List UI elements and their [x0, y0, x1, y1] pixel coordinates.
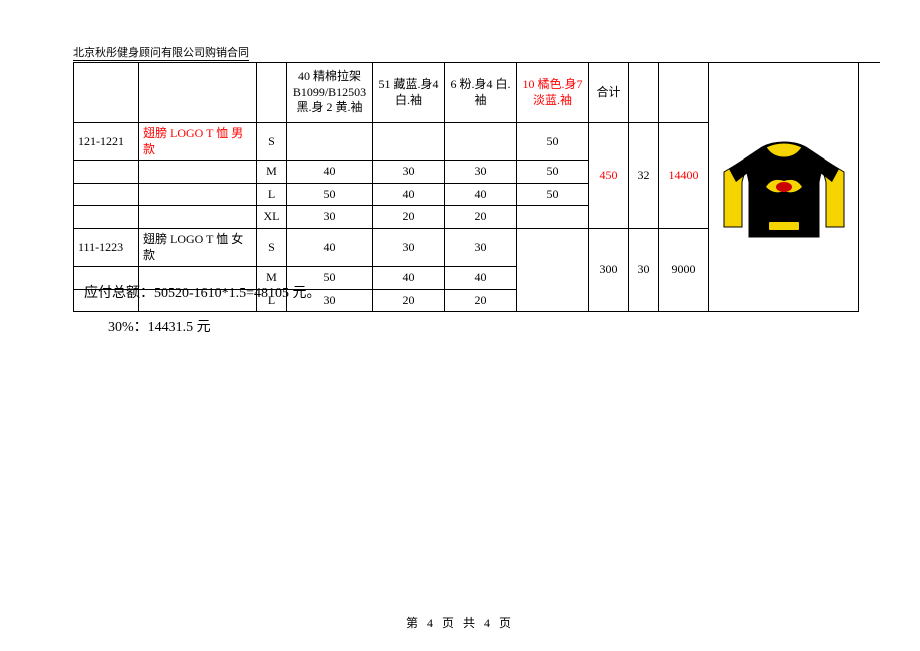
size-cell: S	[257, 123, 287, 161]
header-variant-3: 6 粉.身4 白.袖	[445, 63, 517, 123]
document-header: 北京秋彤健身顾问有限公司购销合同	[73, 44, 880, 63]
total-cell: 300	[589, 228, 629, 311]
size-cell: M	[257, 161, 287, 184]
summary-notes: 应付总额：50520-1610*1.5=48105 元。 30%：14431.5…	[84, 280, 321, 342]
product-image-cell	[709, 62, 859, 312]
value-cell: 30	[373, 161, 445, 184]
value-cell: 50	[517, 123, 589, 161]
value-cell: 40	[445, 183, 517, 206]
value-cell: 50	[517, 183, 589, 206]
value-cell: 20	[373, 206, 445, 229]
value-cell: 40	[287, 161, 373, 184]
product-table: 40 精棉拉架B1099/B12503 黑.身 2 黄.袖 51 藏蓝.身4 白…	[73, 62, 709, 312]
header-price	[629, 63, 659, 123]
header-amount	[659, 63, 709, 123]
header-variant-4: 10 橘色.身7 淡蓝.袖	[517, 63, 589, 123]
value-cell: 20	[445, 206, 517, 229]
page-footer: 第 4 页 共 4 页	[0, 614, 920, 631]
value-cell: 20	[445, 289, 517, 312]
header-variant-1: 40 精棉拉架B1099/B12503 黑.身 2 黄.袖	[287, 63, 373, 123]
total-payable: 应付总额：50520-1610*1.5=48105 元。	[84, 280, 321, 308]
value-cell	[517, 228, 589, 311]
amount-cell: 9000	[659, 228, 709, 311]
value-cell: 40	[445, 267, 517, 290]
value-cell: 40	[287, 228, 373, 266]
header-name	[139, 63, 257, 123]
value-cell: 20	[373, 289, 445, 312]
header-total: 合计	[589, 63, 629, 123]
table-row: 121-1221 翅膀 LOGO T 恤 男款 S 50 450 32 1440…	[74, 123, 709, 161]
value-cell: 30	[287, 206, 373, 229]
value-cell	[373, 123, 445, 161]
header-size	[257, 63, 287, 123]
value-cell: 50	[517, 161, 589, 184]
value-cell: 50	[287, 183, 373, 206]
value-cell	[287, 123, 373, 161]
header-title: 北京秋彤健身顾问有限公司购销合同	[73, 44, 249, 61]
deposit-line: 30%：14431.5 元	[84, 314, 321, 342]
value-cell: 30	[373, 228, 445, 266]
product-code: 111-1223	[74, 228, 139, 266]
size-cell: L	[257, 183, 287, 206]
size-cell: XL	[257, 206, 287, 229]
total-cell: 450	[589, 123, 629, 229]
value-cell	[445, 123, 517, 161]
product-code: 121-1221	[74, 123, 139, 161]
value-cell: 40	[373, 267, 445, 290]
value-cell	[517, 206, 589, 229]
amount-cell: 14400	[659, 123, 709, 229]
table-header-row: 40 精棉拉架B1099/B12503 黑.身 2 黄.袖 51 藏蓝.身4 白…	[74, 63, 709, 123]
value-cell: 30	[445, 161, 517, 184]
tshirt-icon	[714, 127, 854, 247]
price-cell: 30	[629, 228, 659, 311]
header-variant-2: 51 藏蓝.身4 白.袖	[373, 63, 445, 123]
size-cell: S	[257, 228, 287, 266]
price-cell: 32	[629, 123, 659, 229]
product-name: 翅膀 LOGO T 恤 女款	[139, 228, 257, 266]
content-wrapper: 40 精棉拉架B1099/B12503 黑.身 2 黄.袖 51 藏蓝.身4 白…	[73, 62, 881, 312]
product-name: 翅膀 LOGO T 恤 男款	[139, 123, 257, 161]
header-code	[74, 63, 139, 123]
value-cell: 30	[445, 228, 517, 266]
value-cell: 40	[373, 183, 445, 206]
table-row: 111-1223 翅膀 LOGO T 恤 女款 S 40 30 30 300 3…	[74, 228, 709, 266]
